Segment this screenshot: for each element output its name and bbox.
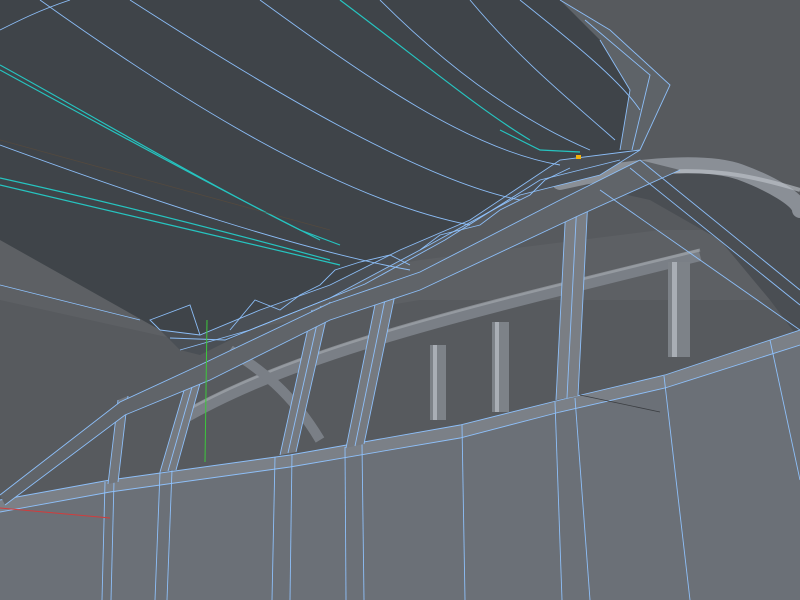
rear-post-highlight [433, 345, 437, 420]
viewport-scene[interactable] [0, 0, 800, 600]
rear-post[interactable] [430, 345, 446, 420]
rear-post[interactable] [668, 262, 690, 357]
modeling-viewport[interactable] [0, 0, 800, 600]
rear-post-highlight [495, 322, 499, 412]
rear-post[interactable] [492, 322, 509, 412]
rear-post-highlight [672, 262, 677, 357]
selected-vertex-point[interactable] [576, 155, 581, 159]
